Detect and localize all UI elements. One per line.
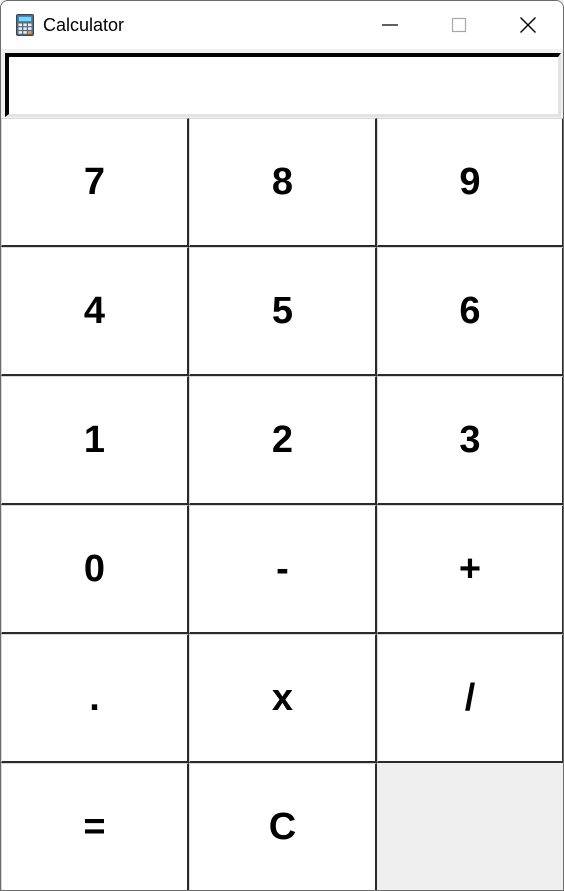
minimize-button[interactable]: [355, 1, 425, 49]
key-8[interactable]: 8: [189, 118, 377, 247]
calculator-window: Calculator 7 8 9 4 5 6 1 2 3 0 - + . x /…: [0, 0, 564, 891]
close-button[interactable]: [493, 1, 563, 49]
key-minus[interactable]: -: [189, 505, 377, 634]
key-decimal[interactable]: .: [1, 634, 189, 763]
maximize-icon: [451, 17, 467, 33]
empty-keypad-cell: [377, 763, 563, 890]
key-1[interactable]: 1: [1, 376, 189, 505]
key-7[interactable]: 7: [1, 118, 189, 247]
key-multiply[interactable]: x: [189, 634, 377, 763]
key-plus[interactable]: +: [377, 505, 563, 634]
key-0[interactable]: 0: [1, 505, 189, 634]
key-2[interactable]: 2: [189, 376, 377, 505]
window-title: Calculator: [43, 15, 125, 35]
maximize-button[interactable]: [424, 1, 494, 49]
minimize-icon: [382, 24, 398, 26]
display-area: [1, 49, 563, 119]
key-5[interactable]: 5: [189, 247, 377, 376]
key-6[interactable]: 6: [377, 247, 563, 376]
calculator-display[interactable]: [5, 53, 561, 117]
key-divide[interactable]: /: [377, 634, 563, 763]
title-bar[interactable]: Calculator: [1, 1, 563, 49]
calculator-icon: [16, 14, 34, 36]
key-4[interactable]: 4: [1, 247, 189, 376]
close-icon: [520, 17, 536, 33]
key-clear[interactable]: C: [189, 763, 377, 890]
key-3[interactable]: 3: [377, 376, 563, 505]
key-equals[interactable]: =: [1, 763, 189, 890]
key-9[interactable]: 9: [377, 118, 563, 247]
keypad: 7 8 9 4 5 6 1 2 3 0 - + . x / = C: [1, 118, 563, 890]
